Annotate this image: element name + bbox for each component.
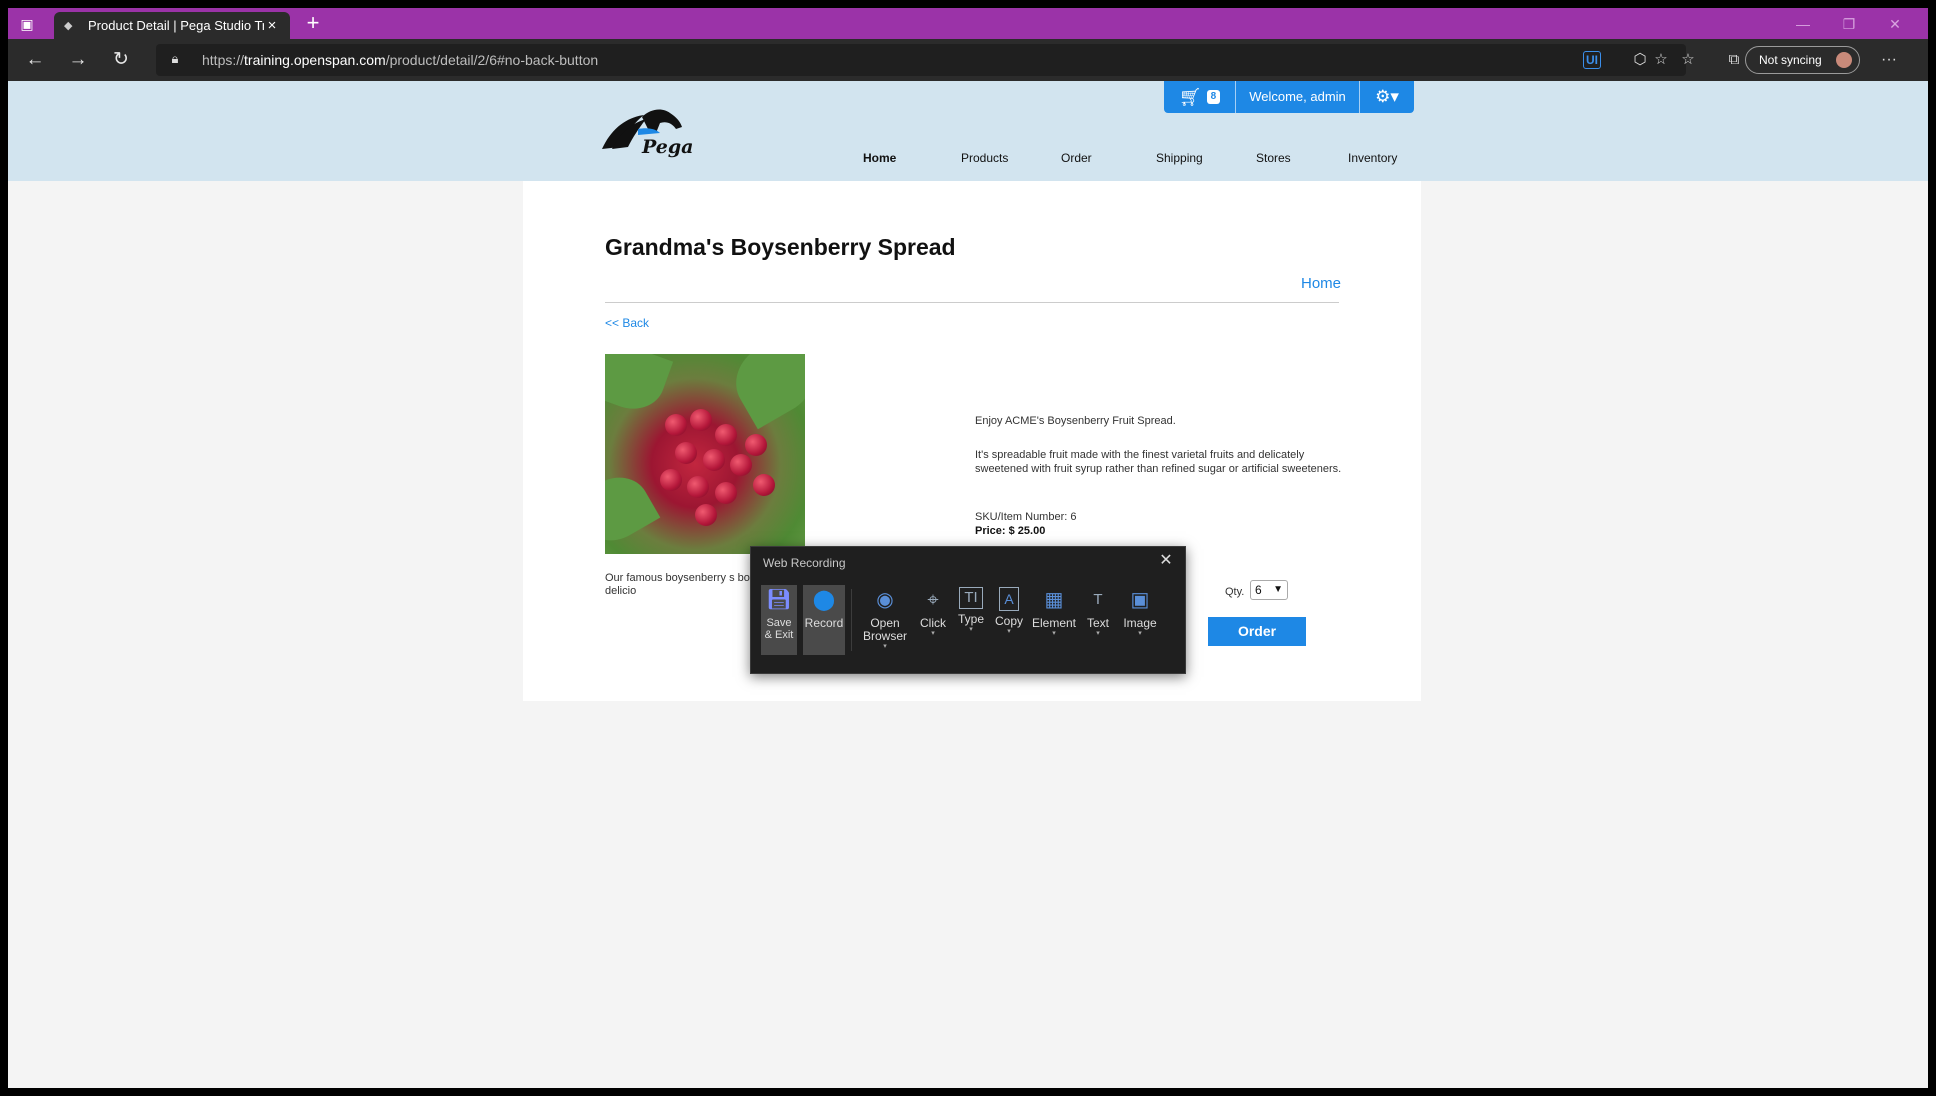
browser-window: ▣ ◆ Product Detail | Pega Studio Trai × … — [8, 8, 1928, 1088]
product-details: It's spreadable fruit made with the fine… — [975, 449, 1342, 475]
product-price: Price: $ 25.00 — [975, 525, 1046, 537]
click-icon: ⌖ — [927, 589, 939, 611]
product-image — [605, 354, 805, 554]
cart-count-badge: 8 — [1206, 90, 1221, 104]
dropdown-icon: ▾ — [883, 643, 887, 650]
page-title: Grandma's Boysenberry Spread — [605, 234, 956, 260]
home-link[interactable]: Home — [1301, 275, 1341, 292]
favicon-icon: ◆ — [64, 19, 73, 32]
qty-value: 6 — [1255, 583, 1262, 597]
more-menu-icon[interactable]: ··· — [1877, 49, 1901, 71]
qty-select[interactable]: 6 ▼ — [1250, 580, 1288, 600]
nav-shipping[interactable]: Shipping — [1156, 151, 1203, 165]
nav-inventory[interactable]: Inventory — [1348, 151, 1397, 165]
new-tab-button[interactable]: + — [301, 12, 325, 36]
minimize-icon[interactable]: — — [1788, 14, 1818, 34]
open-browser-button[interactable]: ◉ Open Browser ▾ — [859, 585, 911, 655]
sync-button[interactable]: Not syncing — [1745, 46, 1860, 74]
back-link[interactable]: << Back — [605, 316, 649, 330]
dropdown-icon: ▾ — [1096, 630, 1100, 637]
tab-close-icon[interactable]: × — [264, 17, 280, 34]
element-icon: ▦ — [1044, 589, 1064, 611]
url-prefix: https:// — [202, 52, 245, 68]
restore-icon[interactable]: ❐ — [1834, 14, 1864, 34]
logo-text: Pega — [641, 136, 693, 158]
dropdown-icon: ▾ — [1138, 630, 1142, 637]
order-button[interactable]: Order — [1208, 617, 1306, 646]
nav-order[interactable]: Order — [1061, 151, 1092, 165]
save-icon: 💾︎ — [766, 589, 792, 611]
product-sku: SKU/Item Number: 6 — [975, 511, 1077, 523]
lock-icon[interactable]: 🔒︎ — [168, 51, 182, 67]
close-window-icon[interactable]: ✕ — [1880, 14, 1910, 34]
url-bar[interactable]: 🔒︎ https://training.openspan.com/product… — [156, 44, 1686, 76]
browser-tab[interactable]: ◆ Product Detail | Pega Studio Trai × — [54, 12, 290, 39]
dropdown-icon: ▾ — [1007, 628, 1011, 635]
click-button[interactable]: ⌖ Click ▾ — [915, 585, 951, 655]
tab-actions-icon[interactable]: ▣ — [16, 14, 38, 34]
product-intro: Enjoy ACME's Boysenberry Fruit Spread. — [975, 415, 1176, 427]
copy-label: Copy — [994, 614, 1023, 628]
image-label: Image — [1123, 616, 1157, 630]
refresh-icon[interactable]: ↻ — [108, 48, 134, 72]
site-header: Pega 🛒︎ 8 Welcome, admin ⚙▾ Home Product… — [8, 81, 1928, 181]
save-exit-label: Save & Exit — [764, 617, 794, 641]
open-browser-label: Open Browser — [862, 616, 907, 643]
type-label: Type — [957, 612, 984, 626]
click-label: Click — [920, 616, 946, 630]
favorites-icon[interactable]: ☆ — [1676, 49, 1700, 71]
back-icon[interactable]: ← — [22, 48, 48, 72]
add-favorite-icon[interactable]: ☆ — [1650, 49, 1672, 71]
sync-label: Not syncing — [1759, 53, 1822, 67]
element-button[interactable]: ▦ Element ▾ — [1031, 585, 1077, 655]
text-label: Text — [1086, 616, 1109, 630]
type-button[interactable]: TI Type ▾ — [953, 585, 989, 655]
record-icon: ⬤ — [812, 589, 836, 611]
cart-button[interactable]: 🛒︎ 8 — [1164, 81, 1236, 113]
collections-icon[interactable]: ⧉ — [1722, 49, 1746, 71]
address-toolbar: ← → ↻ 🔒︎ https://training.openspan.com/p… — [8, 39, 1928, 81]
web-recording-toolbar: Web Recording ✕ 💾︎ Save & Exit ⬤ Record … — [750, 546, 1186, 674]
settings-gear-icon[interactable]: ⚙▾ — [1360, 87, 1414, 107]
text-icon: T — [1093, 591, 1103, 608]
toolbar-divider — [851, 589, 852, 651]
image-button[interactable]: ▣ Image ▾ — [1119, 585, 1161, 655]
url-host: training.openspan.com — [244, 52, 386, 68]
user-bar: 🛒︎ 8 Welcome, admin ⚙▾ — [1164, 81, 1414, 113]
dropdown-icon: ▾ — [931, 630, 935, 637]
extensions-icon[interactable]: ⬡ — [1628, 49, 1652, 71]
ui-extension-icon[interactable]: UI — [1583, 51, 1601, 69]
avatar — [1836, 52, 1852, 68]
globe-icon: ◉ — [876, 589, 894, 611]
welcome-label[interactable]: Welcome, admin — [1236, 81, 1360, 113]
nav-home[interactable]: Home — [863, 151, 896, 165]
pega-logo[interactable]: Pega — [598, 103, 708, 159]
nav-products[interactable]: Products — [961, 151, 1008, 165]
recorder-close-icon[interactable]: ✕ — [1157, 552, 1175, 570]
dropdown-icon: ▾ — [1052, 630, 1056, 637]
save-exit-button[interactable]: 💾︎ Save & Exit — [761, 585, 797, 655]
cart-icon: 🛒︎ — [1178, 86, 1202, 107]
record-label: Record — [804, 616, 844, 630]
type-icon: TI — [959, 587, 983, 609]
divider — [605, 302, 1339, 303]
url-path: /product/detail/2/6#no-back-button — [385, 52, 599, 68]
web-page: Pega 🛒︎ 8 Welcome, admin ⚙▾ Home Product… — [8, 81, 1928, 1088]
dropdown-icon: ▾ — [969, 626, 973, 633]
tab-bar: ▣ ◆ Product Detail | Pega Studio Trai × … — [8, 8, 1928, 39]
tab-title: Product Detail | Pega Studio Trai — [88, 18, 264, 33]
nav-stores[interactable]: Stores — [1256, 151, 1291, 165]
url-text[interactable]: https://training.openspan.com/product/de… — [202, 52, 598, 68]
element-label: Element — [1031, 616, 1077, 630]
chevron-down-icon: ▼ — [1273, 584, 1283, 595]
image-icon: ▣ — [1130, 589, 1150, 611]
copy-icon: A — [999, 587, 1019, 611]
text-button[interactable]: T Text ▾ — [1081, 585, 1115, 655]
recorder-title: Web Recording — [763, 556, 846, 570]
forward-icon[interactable]: → — [65, 48, 91, 72]
copy-button[interactable]: A Copy ▾ — [991, 585, 1027, 655]
qty-label: Qty. — [1225, 586, 1245, 598]
record-button[interactable]: ⬤ Record — [803, 585, 845, 655]
